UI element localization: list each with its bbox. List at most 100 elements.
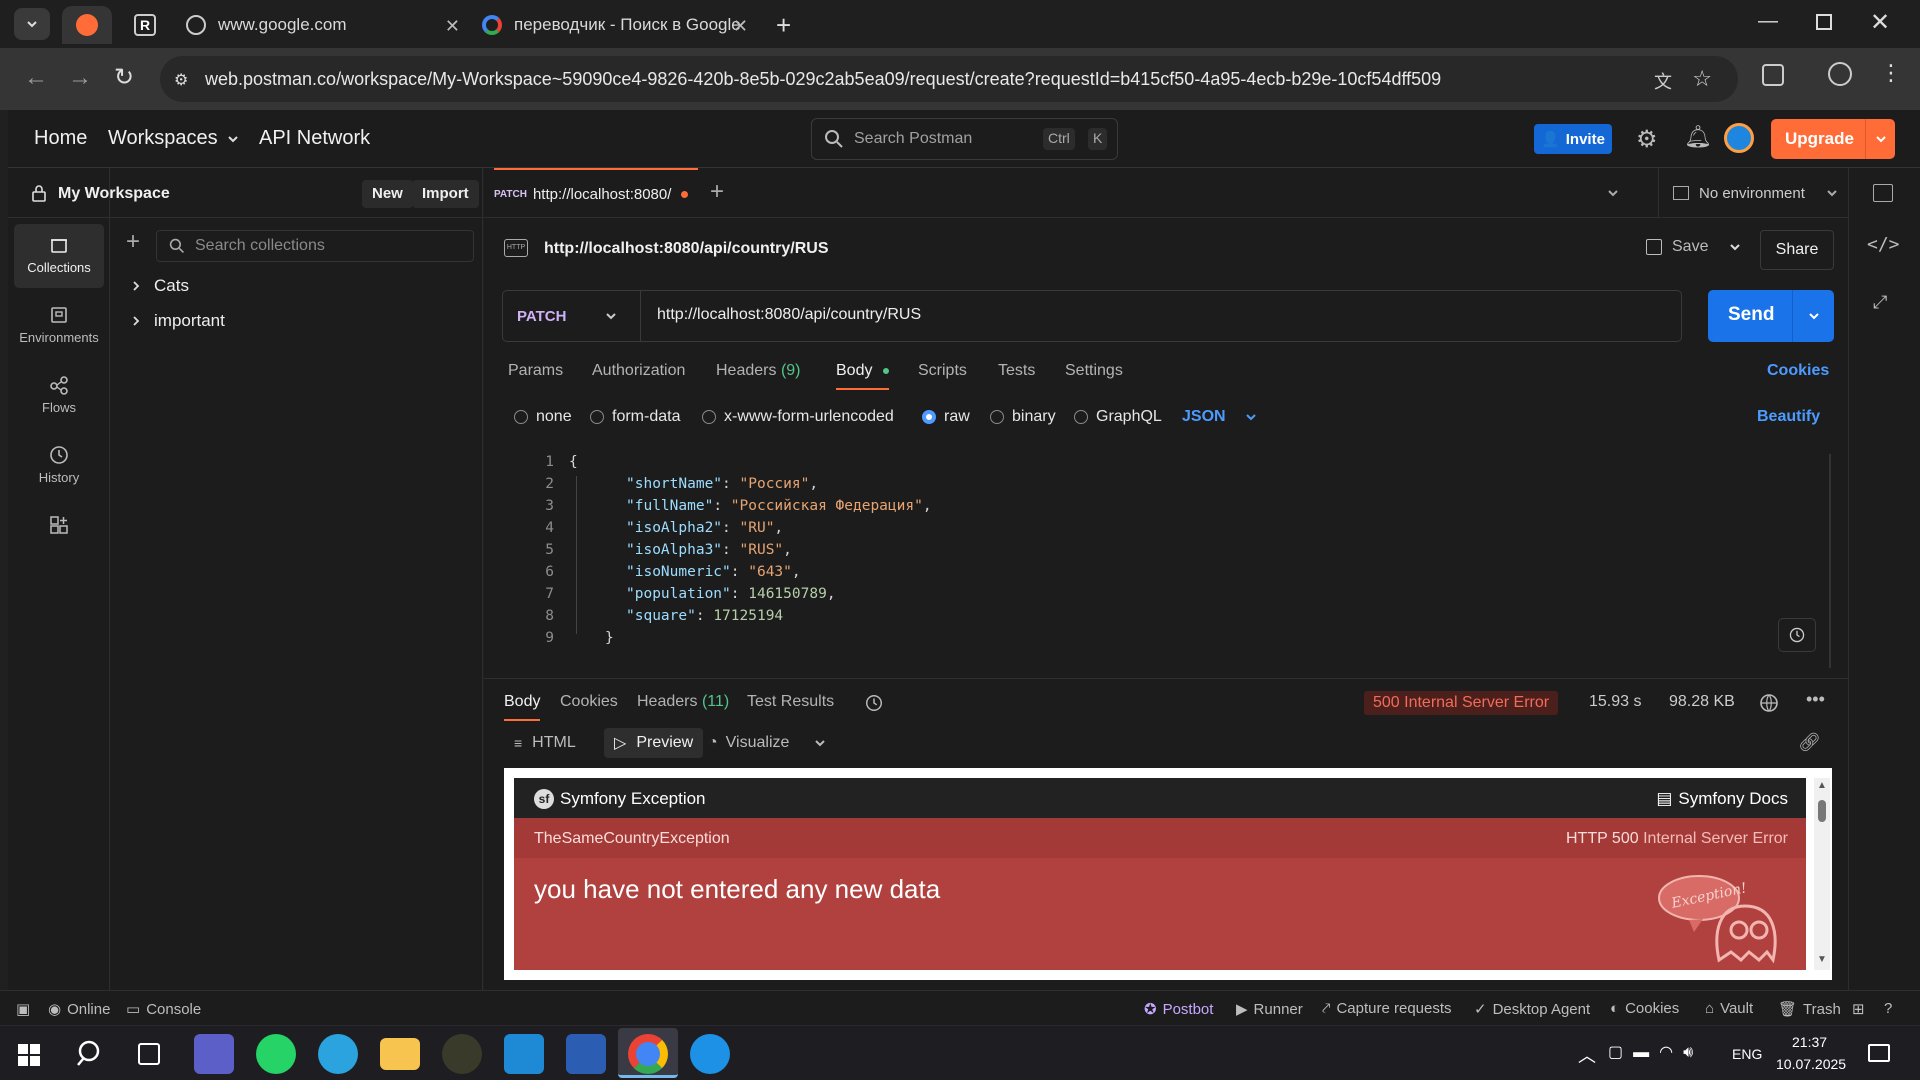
- beautify-button[interactable]: Beautify: [1757, 408, 1820, 426]
- docker-icon[interactable]: [690, 1034, 730, 1074]
- capture-requests-button[interactable]: ⤤ Capture requests: [1322, 1000, 1452, 1017]
- close-window-button[interactable]: ✕: [1870, 8, 1890, 37]
- response-size[interactable]: 98.28 KB: [1669, 693, 1735, 711]
- search-icon[interactable]: [76, 1039, 106, 1069]
- app-icon[interactable]: [442, 1034, 482, 1074]
- send-options-icon[interactable]: [1792, 290, 1834, 342]
- cookies-link[interactable]: Cookies: [1767, 362, 1829, 380]
- scroll-down-icon[interactable]: ▼: [1817, 954, 1827, 965]
- upgrade-button[interactable]: Upgrade: [1771, 119, 1895, 159]
- search-postman-input[interactable]: Search Postman Ctrl K: [811, 118, 1118, 160]
- search-collections-input[interactable]: Search collections: [156, 230, 474, 262]
- body-mode-binary[interactable]: binary: [990, 408, 1056, 426]
- add-collection-icon[interactable]: +: [126, 228, 140, 256]
- link-icon[interactable]: 🔗︎: [1798, 732, 1821, 753]
- body-mode-urlencoded[interactable]: x-www-form-urlencoded: [702, 408, 894, 426]
- tab-authorization[interactable]: Authorization: [592, 362, 685, 380]
- desktop-agent-button[interactable]: ✓ Desktop Agent: [1474, 1000, 1590, 1019]
- sidebar-item-history[interactable]: History: [14, 434, 104, 498]
- new-tab-button[interactable]: +: [776, 10, 791, 41]
- browser-menu-icon[interactable]: ⋮: [1880, 60, 1902, 86]
- new-request-tab-button[interactable]: +: [710, 178, 724, 206]
- settings-gear-icon[interactable]: ⚙: [1636, 125, 1658, 154]
- layout-toggle-icon[interactable]: [1873, 184, 1893, 202]
- globe-icon[interactable]: [1759, 693, 1779, 713]
- new-button[interactable]: New: [362, 180, 413, 208]
- sidebar-item-collections[interactable]: Collections: [14, 224, 104, 288]
- notifications-bell-icon[interactable]: 🔔︎: [1684, 124, 1712, 150]
- share-button[interactable]: Share: [1760, 230, 1834, 270]
- view-html[interactable]: ≡ HTML: [514, 734, 576, 752]
- preview-scrollbar[interactable]: ▲ ▼: [1814, 778, 1830, 970]
- sidebar-item-flows[interactable]: Flows: [14, 364, 104, 428]
- notifications-icon[interactable]: [1868, 1044, 1890, 1062]
- avatar[interactable]: [1724, 123, 1754, 153]
- toggle-sidebar-icon[interactable]: ▣: [16, 1000, 30, 1018]
- body-mode-raw[interactable]: raw: [922, 408, 970, 426]
- postbot-button[interactable]: ✪ Postbot: [1144, 1000, 1213, 1019]
- tab-body[interactable]: Body: [836, 362, 889, 390]
- method-select[interactable]: PATCH: [503, 291, 641, 341]
- url-input[interactable]: http://localhost:8080/api/country/RUS: [657, 306, 921, 324]
- vault-button[interactable]: ⌂ Vault: [1705, 1000, 1753, 1017]
- view-visualize[interactable]: ◔ Visualize: [708, 734, 827, 752]
- cookies-button[interactable]: ◐ Cookies: [1610, 1000, 1679, 1017]
- close-tab-icon[interactable]: ✕: [445, 16, 460, 37]
- collection-item[interactable]: Cats: [130, 276, 189, 296]
- nav-workspaces[interactable]: Workspaces: [108, 127, 240, 150]
- file-explorer-icon[interactable]: [380, 1038, 420, 1070]
- back-button[interactable]: ←: [24, 64, 48, 92]
- response-tab-body[interactable]: Body: [504, 693, 541, 721]
- response-tab-headers[interactable]: Headers (11): [637, 693, 729, 711]
- tab-params[interactable]: Params: [508, 362, 563, 380]
- browser-tab-postman[interactable]: [62, 6, 112, 44]
- send-button[interactable]: Send: [1708, 290, 1834, 342]
- tab-list-button[interactable]: [14, 8, 50, 40]
- runner-button[interactable]: ▶ Runner: [1236, 1000, 1303, 1019]
- help-icon[interactable]: ?: [1884, 1000, 1892, 1017]
- task-view-icon[interactable]: [138, 1043, 160, 1065]
- symfony-docs-link[interactable]: ▤ Symfony Docs: [1656, 789, 1788, 809]
- vscode-icon[interactable]: [504, 1034, 544, 1074]
- close-tab-icon[interactable]: ✕: [733, 16, 748, 37]
- tray-overflow-icon[interactable]: ︿: [1578, 1042, 1596, 1068]
- response-tab-cookies[interactable]: Cookies: [560, 693, 618, 711]
- browser-tab-translate-search[interactable]: переводчик - Поиск в Google ✕: [476, 6, 756, 44]
- view-preview[interactable]: ▷ Preview: [604, 728, 704, 758]
- tab-headers[interactable]: Headers (9): [716, 362, 801, 380]
- invite-button[interactable]: 👤 Invite: [1534, 124, 1612, 154]
- clock-date[interactable]: 10.07.2025: [1776, 1056, 1846, 1072]
- bookmark-star-icon[interactable]: ☆: [1692, 66, 1712, 92]
- telegram-icon[interactable]: [318, 1034, 358, 1074]
- request-body-editor[interactable]: 1{ 2 "shortName": "Россия", 3 "fullName": …: [494, 454, 1840, 668]
- body-mode-form-data[interactable]: form-data: [590, 408, 680, 426]
- scroll-thumb[interactable]: [1818, 800, 1826, 822]
- start-button[interactable]: [18, 1044, 40, 1066]
- response-history-icon[interactable]: [864, 693, 884, 713]
- minimize-window-button[interactable]: —: [1758, 10, 1778, 33]
- whatsapp-icon[interactable]: [256, 1034, 296, 1074]
- tabs-dropdown-icon[interactable]: [1606, 186, 1620, 200]
- forward-button[interactable]: →: [68, 64, 92, 92]
- tab-tests[interactable]: Tests: [998, 362, 1035, 380]
- teams-icon[interactable]: [194, 1034, 234, 1074]
- import-button[interactable]: Import: [412, 180, 479, 208]
- browser-tab-r[interactable]: R: [120, 6, 170, 44]
- environment-selector[interactable]: No environment: [1658, 168, 1848, 218]
- online-status[interactable]: ◉ Online: [48, 1000, 110, 1019]
- request-tab-active[interactable]: PATCH http://localhost:8080/: [494, 168, 699, 218]
- editor-scrollbar[interactable]: [1829, 454, 1831, 668]
- upgrade-dropdown-icon[interactable]: [1865, 119, 1895, 159]
- clock-time[interactable]: 21:37: [1792, 1034, 1827, 1050]
- maximize-window-button[interactable]: [1816, 14, 1832, 30]
- word-icon[interactable]: [566, 1034, 606, 1074]
- tab-settings[interactable]: Settings: [1065, 362, 1123, 380]
- status-badge[interactable]: 500 Internal Server Error: [1364, 691, 1559, 715]
- save-button[interactable]: Save: [1646, 238, 1742, 256]
- layout-grid-icon[interactable]: ⊞: [1852, 1000, 1865, 1018]
- reload-button[interactable]: ↻: [114, 63, 134, 92]
- code-snippet-icon[interactable]: </>: [1867, 234, 1900, 255]
- console-button[interactable]: ▭ Console: [126, 1000, 201, 1019]
- keyboard-language[interactable]: ENG: [1732, 1046, 1762, 1062]
- extensions-icon[interactable]: [1762, 64, 1784, 86]
